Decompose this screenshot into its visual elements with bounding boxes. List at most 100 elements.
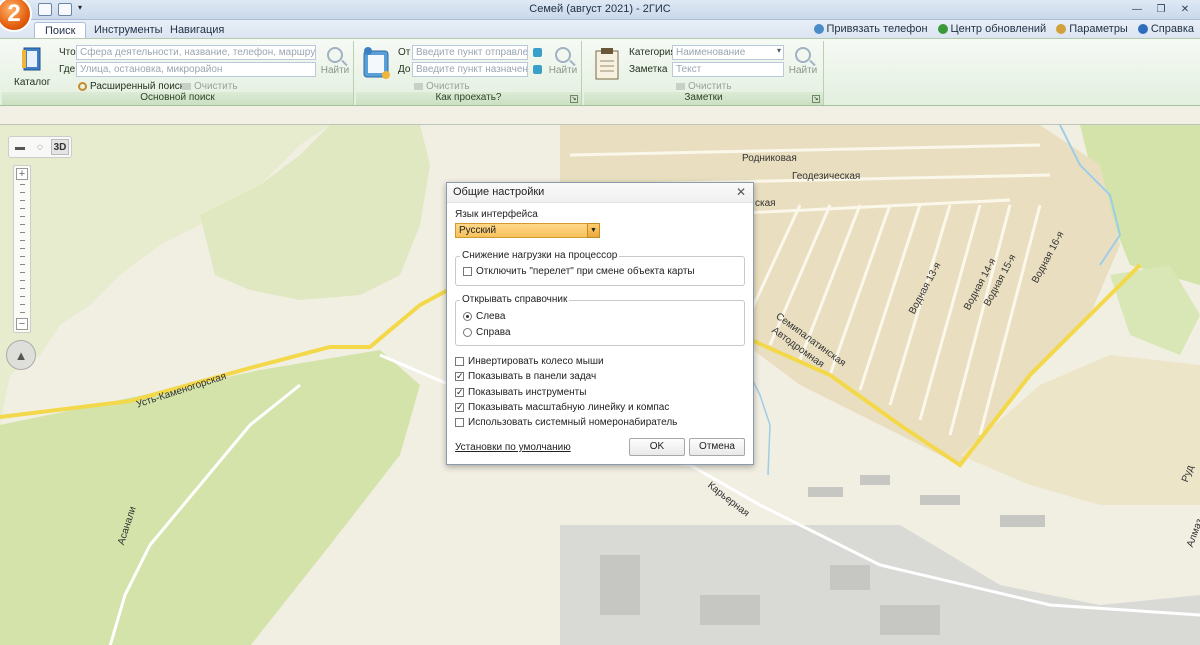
bind-phone-link[interactable]: Привязать телефон [813, 23, 928, 35]
catalog-button[interactable]: Каталог [14, 46, 50, 88]
zoom-slider[interactable]: + − [13, 165, 31, 333]
checkbox-box [463, 267, 472, 276]
street-label-geodezicheskaya: Геодезическая [792, 171, 861, 182]
find-button[interactable]: Найти [320, 47, 350, 76]
help-link[interactable]: Справка [1137, 23, 1194, 35]
defaults-link[interactable]: Установки по умолчанию [455, 442, 571, 453]
find-route-button[interactable]: Найти [548, 47, 578, 76]
open-directory-legend: Открывать справочник [460, 294, 570, 305]
update-center-link[interactable]: Центр обновлений [937, 23, 1047, 35]
open-left-label: Слева [476, 311, 506, 322]
clear-search-button[interactable]: Очистить [182, 81, 238, 92]
lasso-icon[interactable]: ◌ [31, 139, 49, 155]
tab-search[interactable]: Поиск [34, 22, 87, 39]
catalog-label: Каталог [14, 77, 51, 88]
eraser-icon [676, 83, 685, 90]
params-link[interactable]: Параметры [1056, 23, 1128, 35]
open-left-radio[interactable]: Слева [463, 311, 505, 322]
advanced-search-button[interactable]: Расширенный поиск [78, 81, 184, 92]
dialog-title-bar: Общие настройки ✕ [447, 183, 753, 203]
show-tools-label: Показывать инструменты [468, 387, 587, 398]
map-toolbar: ▬ ◌ 3D [8, 136, 72, 158]
eraser-icon [414, 83, 423, 90]
clear-route-label: Очистить [426, 81, 470, 92]
note-input[interactable]: Текст [672, 62, 784, 77]
close-icon[interactable]: ✕ [736, 185, 746, 199]
close-icon[interactable]: ✕ [1174, 2, 1196, 17]
clear-search-label: Очистить [194, 81, 238, 92]
what-input[interactable]: Сфера деятельности, название, телефон, м… [76, 45, 316, 60]
clear-notes-button[interactable]: Очистить [676, 81, 732, 92]
refresh-icon [937, 24, 948, 34]
clear-notes-label: Очистить [688, 81, 732, 92]
from-pin-icon[interactable] [533, 48, 542, 57]
maximize-icon[interactable]: ❐ [1150, 2, 1172, 17]
street-label-partial-skaya: ская [755, 198, 776, 209]
where-input[interactable]: Улица, остановка, микрорайон [76, 62, 316, 77]
checkbox-box [455, 418, 464, 427]
zoom-ticks [20, 184, 25, 314]
window-title: Семей (август 2021) - 2ГИС [529, 3, 671, 15]
route-group-label: Как проехать? [356, 92, 581, 105]
invert-wheel-label: Инвертировать колесо мыши [468, 356, 604, 367]
show-taskbar-checkbox[interactable]: ✓ Показывать в панели задач [455, 371, 596, 382]
notes-group-label: Заметки [584, 92, 823, 105]
language-select[interactable]: Русский ▼ [455, 223, 600, 238]
ribbon: Каталог Что Сфера деятельности, название… [0, 38, 1200, 106]
show-scale-label: Показывать масштабную линейку и компас [468, 402, 670, 413]
magnifier-icon [555, 47, 571, 63]
checkbox-box: ✓ [455, 402, 464, 412]
note-label: Заметка [629, 64, 668, 75]
magnifier-icon [795, 47, 811, 63]
title-bar: ▾ Семей (август 2021) - 2ГИС — ❐ ✕ [0, 0, 1200, 20]
from-label: От [398, 47, 411, 58]
show-scale-checkbox[interactable]: ✓ Показывать масштабную линейку и компас [455, 402, 669, 413]
route-launcher-icon[interactable]: ↘ [570, 95, 578, 103]
disable-flight-checkbox[interactable]: Отключить "перелет" при смене объекта ка… [463, 266, 695, 277]
find-route-label: Найти [548, 65, 578, 76]
general-settings-dialog: Общие настройки ✕ Язык интерфейса Русски… [446, 182, 754, 465]
notes-launcher-icon[interactable]: ↘ [812, 95, 820, 103]
cpu-legend: Снижение нагрузки на процессор [460, 250, 620, 261]
find-label: Найти [320, 65, 350, 76]
ribbon-tabs: Поиск Инструменты Навигация Привязать те… [0, 20, 1200, 39]
chevron-down-icon: ▾ [776, 46, 781, 55]
show-tools-checkbox[interactable]: ✓ Показывать инструменты [455, 387, 586, 398]
magnifier-icon [327, 47, 343, 63]
show-taskbar-label: Показывать в панели задач [468, 371, 597, 382]
window-controls: — ❐ ✕ [1126, 2, 1196, 17]
ok-button[interactable]: OK [629, 438, 685, 456]
radio-dot [463, 312, 472, 321]
search-icon [78, 82, 87, 91]
help-label: Справка [1150, 23, 1194, 35]
cpu-fieldset: Снижение нагрузки на процессор Отключить… [455, 250, 745, 286]
dialog-title: Общие настройки [453, 186, 545, 198]
top-links: Привязать телефон Центр обновлений Парам… [813, 23, 1194, 35]
tab-navigation[interactable]: Навигация [160, 22, 234, 39]
advanced-search-label: Расширенный поиск [90, 81, 185, 92]
system-dialer-checkbox[interactable]: Использовать системный номеронабиратель [455, 417, 677, 428]
zoom-in-icon[interactable]: + [16, 168, 28, 180]
cancel-button[interactable]: Отмена [689, 438, 745, 456]
open-right-radio[interactable]: Справа [463, 327, 511, 338]
notes-group: Категория Наименование ▾ Заметка Текст О… [584, 41, 824, 105]
clear-route-button[interactable]: Очистить [414, 81, 470, 92]
to-pin-icon[interactable] [533, 65, 542, 74]
help-icon [1137, 24, 1148, 34]
category-placeholder: Наименование [676, 47, 746, 58]
catalog-icon [22, 47, 41, 71]
checkbox-box: ✓ [455, 371, 464, 381]
view-3d-button[interactable]: 3D [51, 139, 69, 155]
from-input[interactable]: Введите пункт отправления [412, 45, 528, 60]
to-input[interactable]: Введите пункт назначения [412, 62, 528, 77]
invert-wheel-checkbox[interactable]: Инвертировать колесо мыши [455, 356, 604, 367]
ruler-icon[interactable]: ▬ [11, 139, 29, 155]
compass-icon[interactable]: ▲ [6, 340, 36, 370]
find-notes-button[interactable]: Найти [788, 47, 818, 76]
category-select[interactable]: Наименование ▾ [672, 45, 784, 60]
system-dialer-label: Использовать системный номеронабиратель [468, 417, 678, 428]
minimize-icon[interactable]: — [1126, 2, 1148, 17]
zoom-out-icon[interactable]: − [16, 318, 28, 330]
update-center-label: Центр обновлений [950, 23, 1047, 35]
route-group: От Введите пункт отправления До Введите … [356, 41, 582, 105]
